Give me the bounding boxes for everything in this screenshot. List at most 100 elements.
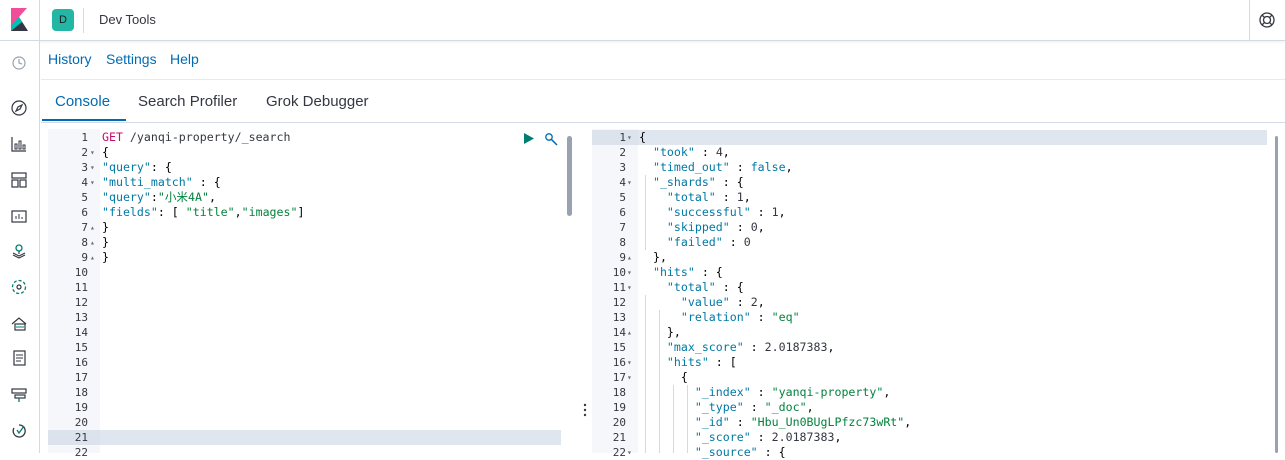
response-scrollbar[interactable] <box>1275 136 1278 453</box>
apm-icon[interactable] <box>10 386 28 404</box>
line-number: 14 <box>74 326 88 339</box>
response-line: "total" : { <box>666 280 744 294</box>
active-line-highlight <box>638 130 1267 145</box>
line-number: 2 <box>619 146 626 159</box>
help-icon <box>1259 12 1275 28</box>
response-line: "skipped" : 0, <box>666 220 765 234</box>
ml-icon[interactable] <box>10 278 28 296</box>
help-link[interactable]: Help <box>170 51 199 67</box>
fold-toggle-icon[interactable]: ▾ <box>90 175 95 190</box>
header-divider <box>83 8 84 33</box>
code-line: "query":"小米4A", <box>102 190 216 204</box>
app-title: Dev Tools <box>99 12 156 27</box>
line-number: 19 <box>74 401 88 414</box>
code-line: "fields": [ "title","images"] <box>102 205 305 219</box>
line-number: 13 <box>612 311 626 324</box>
line-number: 16 <box>74 356 88 369</box>
active-tab-indicator <box>42 119 126 121</box>
line-number: 3 <box>619 161 626 174</box>
side-navigation <box>0 41 40 453</box>
fold-toggle-icon[interactable]: ▴ <box>90 235 95 250</box>
response-output[interactable]: 1 ▾ 2 3 4 ▾ 5 6 7 8 9 ▴ 10 ▾ 11 ▾ 12 13 14 ▴ 15 16 ▾ 17 ▾ 18 19 20 2… <box>592 129 1272 459</box>
tab-search-profiler[interactable]: Search Profiler <box>138 93 237 110</box>
fold-toggle-icon[interactable]: ▴ <box>90 250 95 265</box>
response-line: { <box>639 370 688 384</box>
tab-console[interactable]: Console <box>55 93 110 110</box>
request-editor[interactable]: 1 2 ▾ 3 ▾ 4 ▾ 5 6 7 ▴ 8 ▴ 9 ▴ 10 11 12 13 14 15 16 17 18 19 20 21 2… <box>48 129 574 459</box>
response-line: "took" : 4, <box>652 145 730 159</box>
fold-toggle-icon[interactable]: ▾ <box>627 370 632 385</box>
line-number: 20 <box>74 416 88 429</box>
line-number: 4 <box>619 176 626 189</box>
line-number: 17 <box>612 371 626 384</box>
line-number: 5 <box>81 191 88 204</box>
visualize-icon[interactable] <box>10 135 28 153</box>
line-number: 20 <box>612 416 626 429</box>
top-menu: History Settings Help <box>41 41 1285 80</box>
fold-toggle-icon[interactable]: ▴ <box>627 250 632 265</box>
line-number: 10 <box>74 266 88 279</box>
line-number: 11 <box>74 281 88 294</box>
line-number: 21 <box>74 431 88 444</box>
line-number: 8 <box>81 236 88 249</box>
response-line: "hits" : [ <box>666 355 737 369</box>
fold-toggle-icon[interactable]: ▾ <box>627 265 632 280</box>
response-line: }, <box>639 250 667 264</box>
active-line-highlight <box>100 430 561 445</box>
kibana-logo[interactable] <box>0 0 40 41</box>
line-number: 17 <box>74 371 88 384</box>
response-line: "_score" : 2.0187383, <box>694 430 842 444</box>
line-number: 18 <box>612 386 626 399</box>
fold-toggle-icon[interactable]: ▾ <box>90 145 95 160</box>
history-link[interactable]: History <box>48 51 92 67</box>
line-number: 1 <box>619 131 626 144</box>
fold-toggle-icon[interactable]: ▴ <box>90 220 95 235</box>
fold-toggle-icon[interactable]: ▾ <box>627 130 632 145</box>
fold-toggle-icon[interactable]: ▴ <box>627 325 632 340</box>
response-line: "_shards" : { <box>652 175 744 189</box>
line-number: 2 <box>81 146 88 159</box>
run-request-icon[interactable] <box>522 132 535 145</box>
uptime-icon[interactable] <box>10 422 28 440</box>
maps-icon[interactable] <box>10 242 28 260</box>
dashboard-icon[interactable] <box>10 171 28 189</box>
code-line: } <box>102 235 109 249</box>
tab-bar: Console Search Profiler Grok Debugger <box>41 80 1285 123</box>
fold-toggle-icon[interactable]: ▾ <box>627 175 632 190</box>
line-number: 12 <box>612 296 626 309</box>
request-scrollbar[interactable] <box>567 136 572 216</box>
tab-grok-debugger[interactable]: Grok Debugger <box>266 93 369 110</box>
line-number: 6 <box>619 206 626 219</box>
canvas-icon[interactable] <box>10 206 28 224</box>
clock-icon[interactable] <box>10 54 28 72</box>
request-line: GET /yanqi-property/_search <box>102 130 290 145</box>
request-path: /yanqi-property/_search <box>122 130 291 144</box>
fold-toggle-icon[interactable]: ▾ <box>627 355 632 370</box>
response-line: "failed" : 0 <box>666 235 751 249</box>
response-line: }, <box>639 325 681 339</box>
infrastructure-icon[interactable] <box>10 314 28 332</box>
response-line: "_index" : "yanqi-property", <box>694 385 891 399</box>
line-number: 15 <box>612 341 626 354</box>
line-number: 3 <box>81 161 88 174</box>
logs-icon[interactable] <box>10 349 28 367</box>
line-number: 5 <box>619 191 626 204</box>
line-number: 8 <box>619 236 626 249</box>
response-line: "total" : 1, <box>666 190 751 204</box>
code-line: "query": { <box>102 160 172 174</box>
code-line: "multi_match" : { <box>102 175 221 189</box>
space-avatar[interactable]: D <box>52 9 74 31</box>
settings-link[interactable]: Settings <box>106 51 157 67</box>
help-menu-button[interactable] <box>1249 0 1285 41</box>
fold-toggle-icon[interactable]: ▾ <box>90 160 95 175</box>
response-line: "max_score" : 2.0187383, <box>666 340 835 354</box>
compass-icon[interactable] <box>10 99 28 117</box>
line-number: 16 <box>612 356 626 369</box>
line-number: 18 <box>74 386 88 399</box>
wrench-icon[interactable] <box>544 132 559 147</box>
fold-toggle-icon[interactable]: ▾ <box>627 280 632 295</box>
line-number: 9 <box>81 251 88 264</box>
response-line: "hits" : { <box>652 265 723 279</box>
line-number: 7 <box>619 221 626 234</box>
line-number: 19 <box>612 401 626 414</box>
